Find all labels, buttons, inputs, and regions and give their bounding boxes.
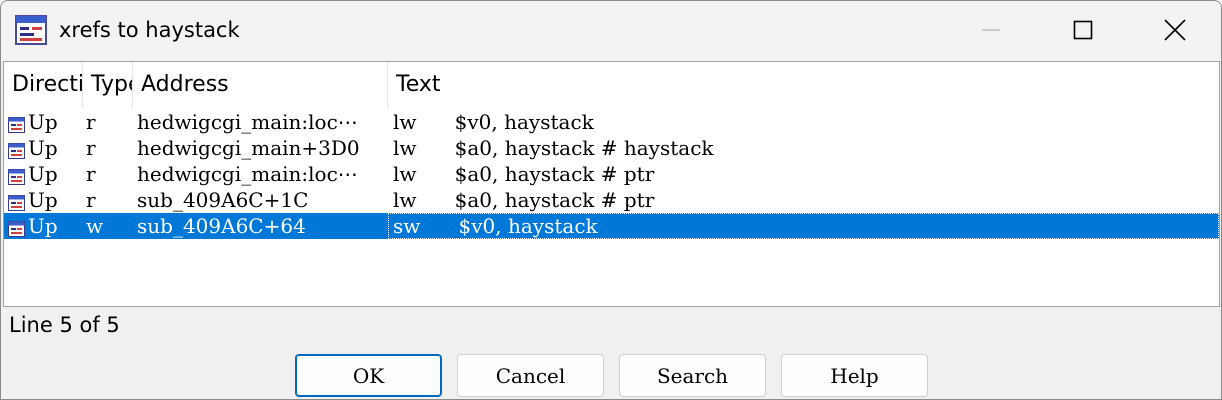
cell-type: r	[86, 162, 96, 186]
focus-rect	[388, 213, 1219, 239]
list-header: Direction Type Address Text	[4, 62, 1219, 108]
maximize-button[interactable]	[1037, 1, 1129, 59]
search-button[interactable]: Search	[619, 354, 766, 397]
xrefs-dialog: xrefs to haystack Direction Type Address…	[0, 0, 1222, 400]
cell-type: r	[86, 188, 96, 212]
list-row[interactable]: Up w sub_409A6C+64 sw $v0, haystack	[4, 213, 1219, 239]
xref-icon	[8, 218, 25, 237]
cell-text: lw $a0, haystack # ptr	[393, 188, 655, 212]
cancel-button[interactable]: Cancel	[457, 354, 604, 397]
list-row[interactable]: Up r hedwigcgi_main:loc⋯ lw $a0, haystack #…	[4, 161, 1219, 187]
xref-icon	[8, 140, 25, 159]
cell-address: hedwigcgi_main+3D0	[137, 136, 360, 160]
cell-direction: Up	[28, 136, 58, 160]
column-header-type[interactable]: Type	[83, 62, 133, 108]
column-header-direction[interactable]: Direction	[4, 62, 83, 108]
window-title: xrefs to haystack	[59, 18, 240, 42]
cell-text: lw $a0, haystack # haystack	[393, 136, 714, 160]
cell-type: r	[86, 136, 96, 160]
close-icon	[1164, 19, 1186, 41]
cell-address: sub_409A6C+1C	[137, 188, 309, 212]
app-icon	[15, 15, 47, 45]
cell-direction: Up	[28, 214, 58, 238]
list-row[interactable]: Up r hedwigcgi_main:loc⋯ lw $v0, haystack	[4, 109, 1219, 135]
xref-icon	[8, 114, 25, 133]
xref-icon	[8, 192, 25, 211]
cell-direction: Up	[28, 188, 58, 212]
column-header-text[interactable]: Text	[388, 62, 1219, 108]
list-row[interactable]: Up r hedwigcgi_main+3D0 lw $a0, haystack # …	[4, 135, 1219, 161]
cell-direction: Up	[28, 110, 58, 134]
close-button[interactable]	[1129, 1, 1221, 59]
minimize-button[interactable]	[945, 1, 1037, 59]
cell-direction: Up	[28, 162, 58, 186]
cell-type: r	[86, 110, 96, 134]
status-line: Line 5 of 5	[9, 313, 120, 337]
list-row[interactable]: Up r sub_409A6C+1C lw $a0, haystack # ptr	[4, 187, 1219, 213]
xref-icon	[8, 166, 25, 185]
maximize-icon	[1073, 20, 1093, 40]
ok-button[interactable]: OK	[295, 354, 442, 397]
cell-type: w	[86, 214, 104, 238]
title-bar[interactable]: xrefs to haystack	[1, 1, 1221, 61]
cell-address: sub_409A6C+64	[137, 214, 306, 238]
cell-address: hedwigcgi_main:loc⋯	[137, 162, 358, 186]
help-button[interactable]: Help	[781, 354, 928, 397]
cell-text: lw $v0, haystack	[393, 110, 594, 134]
minimize-icon	[982, 29, 1000, 31]
column-header-address[interactable]: Address	[133, 62, 388, 108]
cell-text: lw $a0, haystack # ptr	[393, 162, 655, 186]
cell-address: hedwigcgi_main:loc⋯	[137, 110, 358, 134]
xrefs-list[interactable]: Direction Type Address Text Up r hedwigcgi…	[3, 61, 1220, 307]
